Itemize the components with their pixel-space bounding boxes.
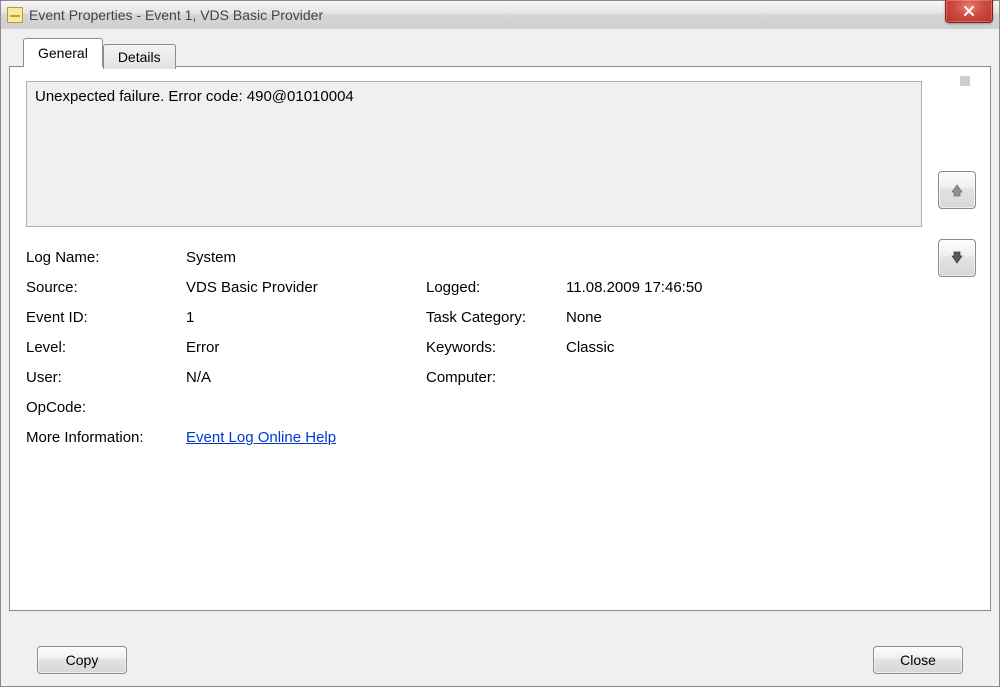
label-user: User: [26, 369, 186, 387]
record-nav [938, 171, 976, 277]
value-source: VDS Basic Provider [186, 279, 426, 297]
arrow-up-icon [949, 182, 965, 198]
value-logged: 11.08.2009 17:46:50 [566, 279, 922, 297]
client-area: General Details Unexpected failure. Erro… [1, 29, 999, 686]
event-properties-grid: Log Name: System Source: VDS Basic Provi… [26, 249, 922, 447]
close-button[interactable]: Close [873, 646, 963, 674]
tab-strip: General Details [23, 37, 991, 66]
next-event-button[interactable] [938, 239, 976, 277]
value-level: Error [186, 339, 426, 357]
tab-details[interactable]: Details [103, 44, 176, 69]
copy-button[interactable]: Copy [37, 646, 127, 674]
window-close-button[interactable] [945, 0, 993, 23]
prev-event-button[interactable] [938, 171, 976, 209]
event-description-text: Unexpected failure. Error code: 490@0101… [35, 88, 354, 105]
value-keywords: Classic [566, 339, 922, 357]
label-source: Source: [26, 279, 186, 297]
label-logged: Logged: [426, 279, 566, 297]
arrow-down-icon [949, 250, 965, 266]
value-computer [566, 369, 922, 387]
value-log-name: System [186, 249, 426, 267]
label-keywords: Keywords: [426, 339, 566, 357]
tab-general[interactable]: General [23, 38, 103, 67]
dialog-button-bar: Copy Close [9, 646, 991, 674]
tab-details-label: Details [118, 49, 161, 65]
value-user: N/A [186, 369, 426, 387]
value-event-id: 1 [186, 309, 426, 327]
panel-close-glyph [960, 73, 970, 83]
label-event-id: Event ID: [26, 309, 186, 327]
label-computer: Computer: [426, 369, 566, 387]
close-icon [963, 5, 975, 17]
label-opcode: OpCode: [26, 399, 186, 417]
app-icon [7, 7, 23, 23]
event-description-box[interactable]: Unexpected failure. Error code: 490@0101… [26, 81, 922, 227]
label-level: Level: [26, 339, 186, 357]
tab-panel-general: Unexpected failure. Error code: 490@0101… [9, 66, 991, 611]
online-help-link[interactable]: Event Log Online Help [186, 429, 336, 446]
label-task-category: Task Category: [426, 309, 566, 327]
value-task-category: None [566, 309, 922, 327]
label-log-name: Log Name: [26, 249, 186, 267]
value-opcode [186, 399, 426, 417]
window-title: Event Properties - Event 1, VDS Basic Pr… [29, 7, 323, 23]
title-bar[interactable]: Event Properties - Event 1, VDS Basic Pr… [1, 1, 999, 30]
tab-general-label: General [38, 45, 88, 61]
event-properties-window: Event Properties - Event 1, VDS Basic Pr… [0, 0, 1000, 687]
label-more-info: More Information: [26, 429, 186, 447]
